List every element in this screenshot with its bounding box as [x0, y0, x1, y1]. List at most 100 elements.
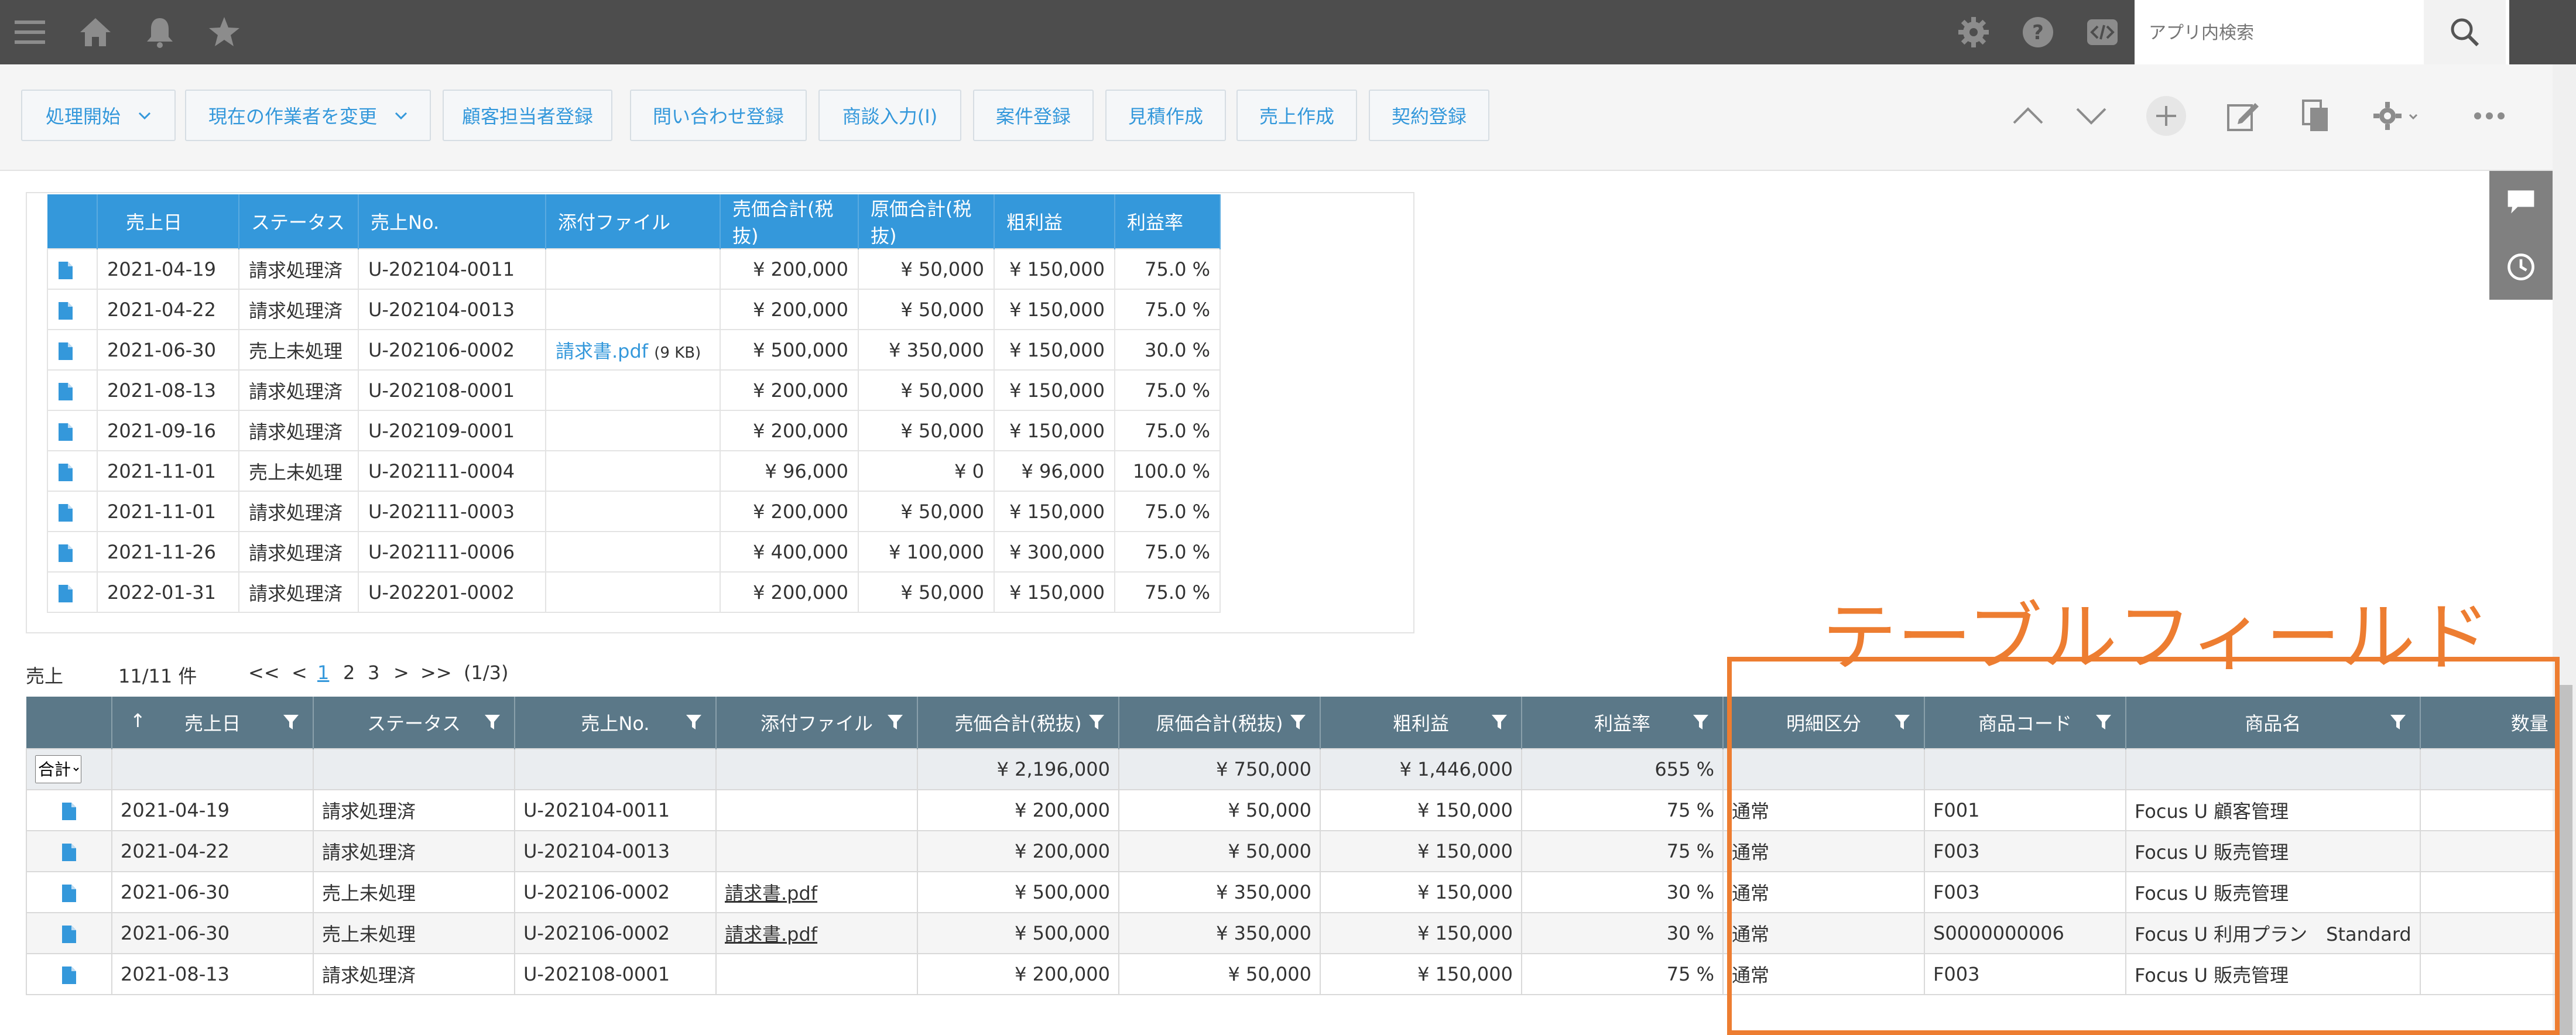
column-header-sales-total[interactable]: 売価合計(税抜): [917, 697, 1119, 749]
add-icon[interactable]: [2143, 92, 2190, 139]
column-header-status[interactable]: ステータス: [313, 697, 515, 749]
document-icon[interactable]: [57, 420, 74, 442]
document-icon[interactable]: [61, 840, 77, 862]
column-header-cost-total[interactable]: 原価合計(税抜): [1119, 697, 1321, 749]
column-header-attachment[interactable]: 添付ファイル: [716, 697, 918, 749]
doc-icon-cell[interactable]: [47, 369, 98, 411]
help-icon[interactable]: ?: [2019, 13, 2057, 52]
table-row[interactable]: 2021-08-13 請求処理済 U-202108-0001 ¥ 200,000 ¥ 5…: [47, 369, 1221, 411]
table-row[interactable]: 2021-11-26 請求処理済 U-202111-0006 ¥ 400,000 ¥ 1…: [47, 531, 1221, 573]
gear-icon[interactable]: [1954, 13, 1993, 52]
more-icon[interactable]: [2466, 92, 2513, 139]
chevron-down-icon[interactable]: [2068, 92, 2115, 139]
document-icon[interactable]: [57, 581, 74, 604]
profit-rate-cell: 75 %: [1521, 953, 1724, 995]
pager-last[interactable]: >>: [420, 662, 452, 684]
gross-profit-cell: ¥ 150,000: [994, 571, 1115, 613]
pager-page-1[interactable]: 1: [317, 662, 329, 684]
create-sales-button[interactable]: 売上作成: [1236, 90, 1357, 141]
search-button[interactable]: [2424, 0, 2506, 64]
table-row[interactable]: 2021-11-01 売上未処理 U-202111-0004 ¥ 96,000 ¥ 0 ¥…: [47, 450, 1221, 492]
document-icon[interactable]: [57, 258, 74, 280]
sales-no-cell: U-202106-0002: [358, 329, 546, 371]
pager-first[interactable]: <<: [248, 662, 280, 684]
pager-next[interactable]: >: [393, 662, 409, 684]
table-row[interactable]: 2021-11-01 請求処理済 U-202111-0003 ¥ 200,000 ¥ 5…: [47, 491, 1221, 532]
column-header-profit-rate[interactable]: 利益率: [1522, 697, 1724, 749]
negotiation-input-button[interactable]: 商談入力(I): [818, 90, 961, 141]
column-header-sales-date[interactable]: ↑ 売上日: [112, 697, 314, 749]
doc-icon-cell[interactable]: [47, 289, 98, 330]
filter-icon[interactable]: [1692, 713, 1710, 731]
doc-icon-cell[interactable]: [47, 450, 98, 492]
table-row[interactable]: 2021-04-22 請求処理済 U-202104-0013 ¥ 200,000 ¥ 5…: [47, 289, 1221, 330]
register-contact-button[interactable]: 顧客担当者登録: [443, 90, 612, 141]
doc-icon-cell[interactable]: [26, 789, 112, 831]
filter-icon[interactable]: [1088, 713, 1105, 731]
document-icon[interactable]: [61, 963, 77, 985]
doc-icon-cell[interactable]: [47, 491, 98, 532]
home-icon[interactable]: [76, 13, 115, 52]
filter-icon[interactable]: [282, 713, 300, 731]
doc-icon-cell[interactable]: [47, 248, 98, 290]
code-icon[interactable]: [2083, 13, 2122, 52]
doc-icon-cell[interactable]: [26, 953, 112, 995]
pager-prev[interactable]: <: [292, 662, 307, 684]
document-icon[interactable]: [57, 339, 74, 361]
table-row[interactable]: 2021-06-30 売上未処理 U-202106-0002 請求書.pdf (9 K…: [47, 329, 1221, 371]
doc-icon-cell[interactable]: [26, 830, 112, 872]
document-icon[interactable]: [61, 799, 77, 821]
sort-asc-icon[interactable]: ↑: [130, 710, 146, 732]
attachment-link[interactable]: 請求書.pdf: [556, 340, 648, 362]
document-icon[interactable]: [57, 460, 74, 482]
doc-icon-cell[interactable]: [26, 871, 112, 913]
copy-icon[interactable]: [2291, 92, 2338, 139]
doc-icon-cell[interactable]: [47, 571, 98, 613]
create-estimate-button[interactable]: 見積作成: [1105, 90, 1226, 141]
document-icon[interactable]: [57, 501, 74, 523]
settings-menu-icon[interactable]: [2365, 92, 2430, 139]
cost-total-cell: ¥ 50,000: [1118, 953, 1321, 995]
document-icon[interactable]: [57, 299, 74, 321]
bell-icon[interactable]: [141, 13, 179, 52]
history-icon[interactable]: [2505, 251, 2537, 283]
column-header-sales-no[interactable]: 売上No.: [515, 697, 717, 749]
document-icon[interactable]: [57, 379, 74, 402]
menu-icon[interactable]: [11, 13, 49, 52]
profit-rate-cell: 75.0 %: [1114, 491, 1221, 532]
aggregate-select[interactable]: 合計: [35, 755, 81, 783]
register-project-button[interactable]: 案件登録: [973, 90, 1094, 141]
filter-icon[interactable]: [484, 713, 501, 731]
comment-icon[interactable]: [2505, 185, 2537, 218]
doc-icon-cell[interactable]: [47, 410, 98, 451]
document-icon[interactable]: [61, 922, 77, 944]
filter-icon[interactable]: [1491, 713, 1508, 731]
cost-total-cell: ¥ 50,000: [858, 491, 995, 532]
doc-icon-cell[interactable]: [26, 912, 112, 954]
table-row[interactable]: 2022-01-31 請求処理済 U-202201-0002 ¥ 200,000 ¥ 5…: [47, 571, 1221, 613]
table-row[interactable]: 2021-09-16 請求処理済 U-202109-0001 ¥ 200,000 ¥ 5…: [47, 410, 1221, 451]
column-header: 原価合計(税抜): [858, 194, 995, 249]
filter-icon[interactable]: [1289, 713, 1307, 731]
edit-icon[interactable]: [2219, 92, 2266, 139]
column-header-gross-profit[interactable]: 粗利益: [1320, 697, 1522, 749]
filter-icon[interactable]: [685, 713, 703, 731]
document-icon[interactable]: [61, 881, 77, 903]
star-icon[interactable]: [205, 13, 244, 52]
register-contract-button[interactable]: 契約登録: [1369, 90, 1489, 141]
table-row[interactable]: 2021-04-19 請求処理済 U-202104-0011 ¥ 200,000 ¥ 5…: [47, 248, 1221, 290]
doc-icon-cell[interactable]: [47, 329, 98, 371]
filter-icon[interactable]: [886, 713, 904, 731]
start-process-button[interactable]: 処理開始: [21, 90, 176, 141]
change-worker-button[interactable]: 現在の作業者を変更: [185, 90, 431, 141]
attachment-link[interactable]: 請求書.pdf: [725, 882, 817, 904]
document-icon[interactable]: [57, 541, 74, 563]
doc-icon-cell[interactable]: [47, 531, 98, 573]
pager-page-2[interactable]: 2: [343, 662, 355, 684]
attachment-link[interactable]: 請求書.pdf: [725, 923, 817, 945]
register-inquiry-button[interactable]: 問い合わせ登録: [630, 90, 807, 141]
chevron-up-icon[interactable]: [2005, 92, 2051, 139]
search-input[interactable]: [2147, 18, 2372, 48]
attachment-cell: [545, 450, 721, 492]
pager-page-3[interactable]: 3: [368, 662, 379, 684]
